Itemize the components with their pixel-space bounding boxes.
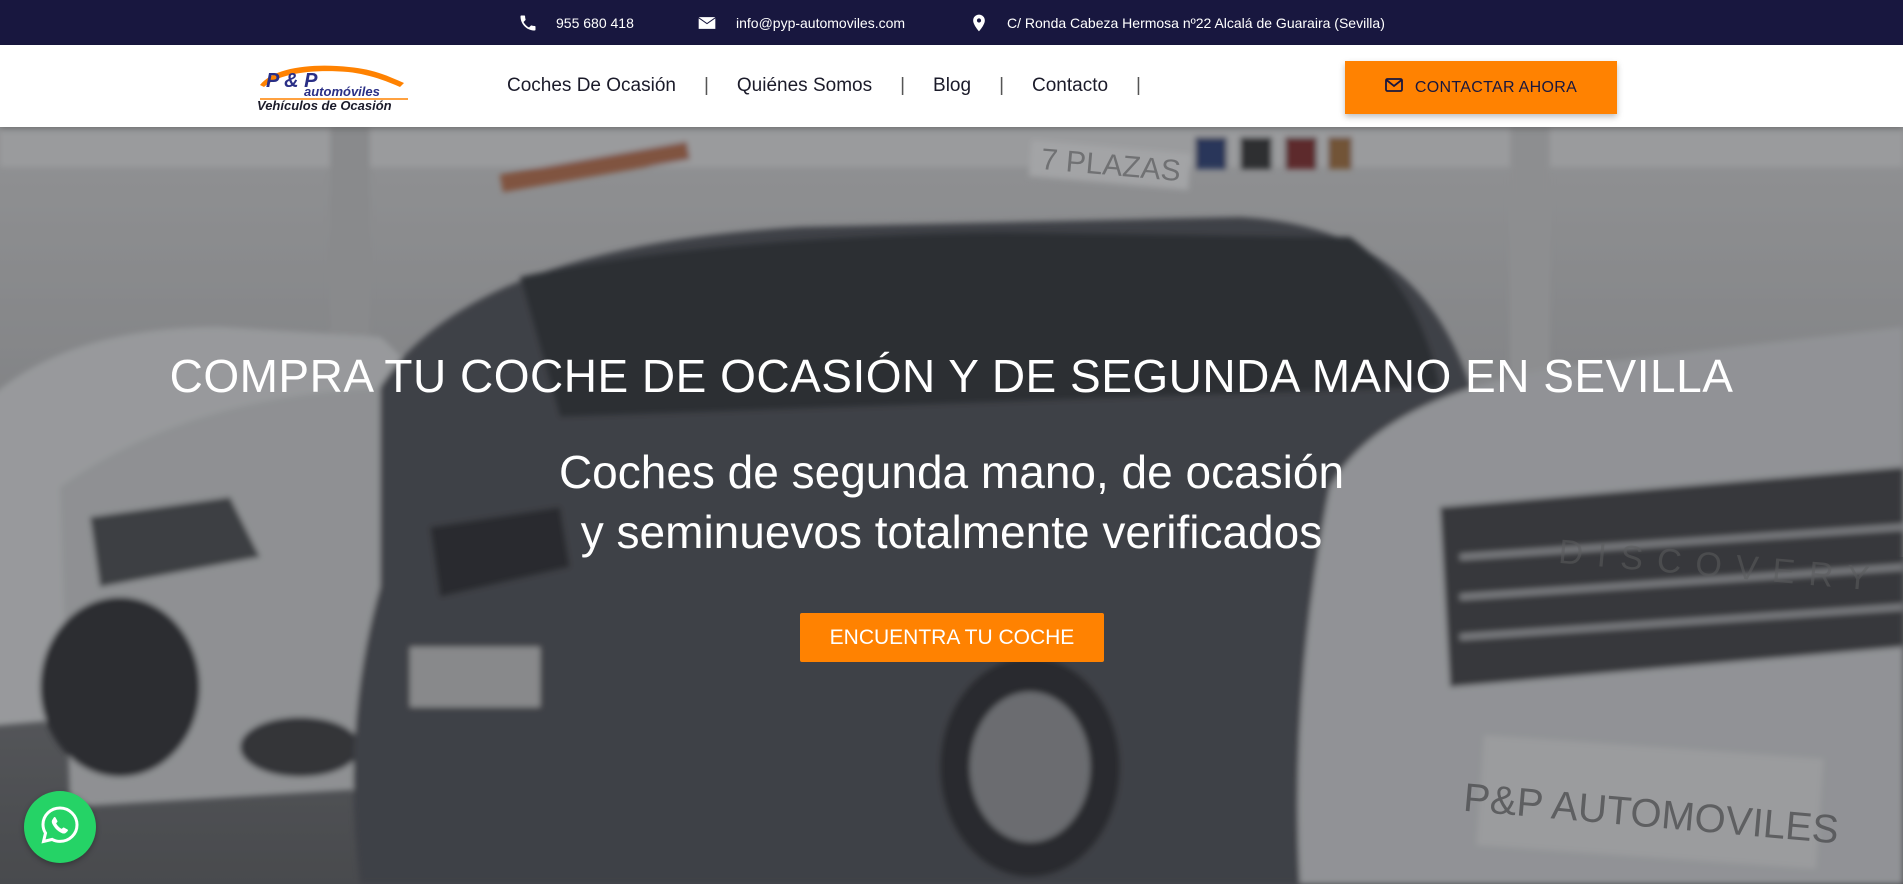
svg-text:automóviles: automóviles (304, 84, 380, 99)
hero-section: P&P AUTOMOVILES 7 PLAZAS DISCOVERY COMPR… (0, 127, 1903, 884)
hero-title: COMPRA TU COCHE DE OCASIÓN Y DE SEGUNDA … (169, 350, 1734, 402)
encuentra-tu-coche-button[interactable]: ENCUENTRA TU COCHE (800, 613, 1104, 662)
nav-separator: | (999, 75, 1004, 96)
nav-item-quienes-somos[interactable]: Quiénes Somos (737, 75, 872, 97)
nav-item-contacto[interactable]: Contacto (1032, 75, 1108, 97)
phone-contact[interactable]: 955 680 418 (518, 0, 634, 45)
contactar-ahora-button[interactable]: CONTACTAR AHORA (1345, 61, 1617, 114)
nav-item-coches-de-ocasion[interactable]: Coches De Ocasión (507, 75, 676, 97)
street-address: C/ Ronda Cabeza Hermosa nº22 Alcalá de G… (1007, 14, 1385, 31)
envelope-icon (697, 13, 717, 33)
map-pin-icon (969, 13, 989, 33)
whatsapp-button[interactable] (24, 791, 96, 863)
nav-item-blog[interactable]: Blog (933, 75, 971, 97)
address-contact: C/ Ronda Cabeza Hermosa nº22 Alcalá de G… (969, 0, 1385, 45)
phone-number[interactable]: 955 680 418 (556, 15, 634, 31)
email-contact[interactable]: info@pyp-automoviles.com (697, 0, 905, 45)
email-address[interactable]: info@pyp-automoviles.com (736, 15, 905, 31)
envelope-icon (1385, 78, 1403, 97)
main-header: P & P automóviles Vehículos de Ocasión C… (0, 45, 1903, 127)
hero-subtitle: Coches de segunda mano, de ocasión y sem… (0, 442, 1903, 562)
top-info-bar: 955 680 418 info@pyp-automoviles.com C/ … (0, 0, 1903, 45)
nav-separator: | (1136, 75, 1141, 96)
hero-subtitle-line-2: y seminuevos totalmente verificados (580, 506, 1323, 558)
hero-subtitle-line-1: Coches de segunda mano, de ocasión (558, 446, 1345, 498)
main-nav: Coches De Ocasión | Quiénes Somos | Blog… (507, 45, 1169, 127)
phone-icon (518, 13, 538, 33)
site-logo[interactable]: P & P automóviles Vehículos de Ocasión (254, 57, 414, 113)
svg-text:Vehículos de Ocasión: Vehículos de Ocasión (257, 98, 392, 113)
cta-label: CONTACTAR AHORA (1414, 78, 1578, 96)
nav-separator: | (900, 75, 906, 96)
whatsapp-icon (38, 803, 82, 852)
nav-separator: | (703, 75, 709, 96)
